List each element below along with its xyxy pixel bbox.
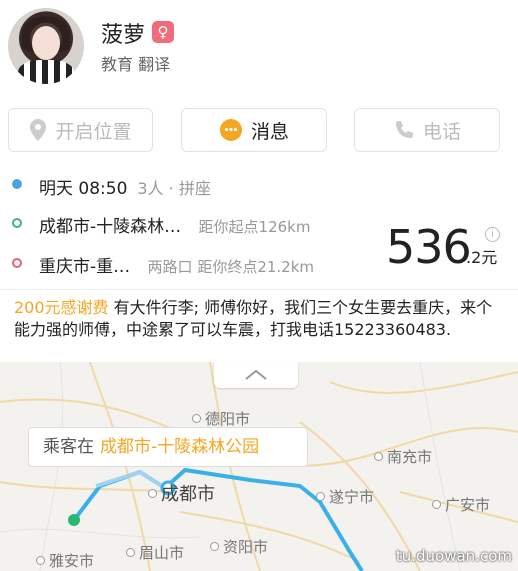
departure-time: 明天 08:50 xyxy=(39,179,128,199)
price-integer: 536 xyxy=(386,220,472,274)
city-meishan: 眉山市 xyxy=(126,542,184,563)
passenger-note: 200元感谢费 有大件行李; 师傅你好，我们三个女生要去重庆，来个能力强的师傅，… xyxy=(14,297,504,341)
message-button[interactable]: 消息 xyxy=(181,108,327,152)
message-icon xyxy=(219,119,242,141)
avatar-shirt xyxy=(18,60,74,84)
female-icon: ♀ xyxy=(152,21,174,43)
pickup-place: 成都市-十陵森林公园 xyxy=(100,437,260,457)
enable-location-button[interactable]: 开启位置 xyxy=(8,108,153,152)
info-icon[interactable]: i xyxy=(485,227,500,242)
watermark: tu.duowan.com xyxy=(395,547,512,565)
map-collapse-button[interactable] xyxy=(214,362,298,388)
user-tags: 教育 翻译 xyxy=(101,55,171,74)
origin-row: 成都市-十陵森林… 距你起点126km xyxy=(39,212,310,237)
departure-time-row: 明天 08:50 3人 · 拼座 xyxy=(39,174,211,199)
pickup-callout[interactable]: 乘客在 成都市-十陵森林公园 xyxy=(28,427,308,467)
time-icon xyxy=(12,179,22,189)
chevron-up-icon xyxy=(245,369,267,380)
pickup-marker xyxy=(68,514,80,526)
pickup-prefix: 乘客在 xyxy=(43,437,94,457)
city-ziyang: 资阳市 xyxy=(210,536,268,557)
thank-you-fee: 200元感谢费 xyxy=(14,298,109,317)
city-nanchong: 南充市 xyxy=(374,446,432,467)
location-pin-icon xyxy=(30,119,47,141)
phone-icon xyxy=(395,121,413,138)
destination-dot-icon xyxy=(12,258,22,268)
destination-place: 重庆市-重… xyxy=(39,257,131,277)
call-button[interactable]: 电话 xyxy=(354,108,500,152)
destination-row: 重庆市-重… 两路口 距你终点21.2km xyxy=(39,252,314,277)
city-suining: 遂宁市 xyxy=(316,486,374,507)
origin-distance: 距你起点126km xyxy=(198,218,311,236)
message-label: 消息 xyxy=(250,120,289,143)
call-label: 电话 xyxy=(422,120,461,143)
user-name: 菠萝 xyxy=(101,23,146,48)
city-yaan: 雅安市 xyxy=(36,550,94,571)
passenger-info: 3人 · 拼座 xyxy=(137,179,211,198)
origin-dot-icon xyxy=(12,218,22,228)
enable-location-label: 开启位置 xyxy=(55,120,132,143)
avatar-face xyxy=(32,26,60,60)
price-decimal: .2元 xyxy=(466,248,498,267)
city-chengdu: 成都市 xyxy=(148,480,215,506)
divider xyxy=(0,289,518,290)
city-deyang: 德阳市 xyxy=(192,408,250,429)
destination-detail: 两路口 距你终点21.2km xyxy=(147,258,315,276)
avatar[interactable] xyxy=(8,8,84,84)
origin-place: 成都市-十陵森林… xyxy=(39,217,182,237)
city-guangan: 广安市 xyxy=(432,494,490,515)
